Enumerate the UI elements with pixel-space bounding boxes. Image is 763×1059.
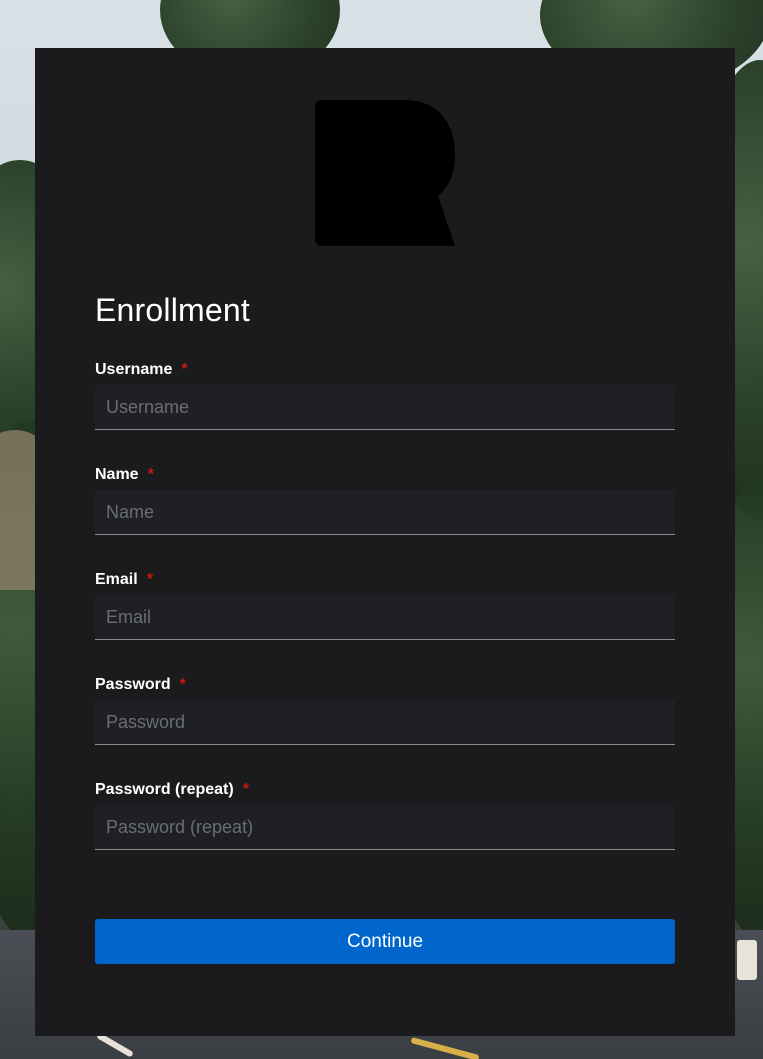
- password-repeat-field-group: Password (repeat) *: [95, 779, 675, 850]
- name-field-group: Name *: [95, 464, 675, 535]
- required-asterisk: *: [242, 781, 249, 798]
- password-label-text: Password: [95, 676, 171, 693]
- email-label: Email *: [95, 569, 675, 591]
- required-asterisk: *: [181, 361, 188, 378]
- brand-logo-icon: [315, 100, 455, 246]
- password-input[interactable]: [95, 700, 675, 745]
- required-asterisk: *: [146, 571, 153, 588]
- password-repeat-label: Password (repeat) *: [95, 779, 675, 801]
- enrollment-card: Enrollment Username * Name * Email * Passwo…: [35, 48, 735, 1036]
- password-label: Password *: [95, 674, 675, 696]
- password-repeat-input[interactable]: [95, 805, 675, 850]
- password-repeat-label-text: Password (repeat): [95, 781, 234, 798]
- username-input[interactable]: [95, 385, 675, 430]
- username-field-group: Username *: [95, 359, 675, 430]
- required-asterisk: *: [147, 466, 154, 483]
- required-asterisk: *: [179, 676, 186, 693]
- email-input[interactable]: [95, 595, 675, 640]
- continue-button[interactable]: Continue: [95, 919, 675, 964]
- name-input[interactable]: [95, 490, 675, 535]
- username-label: Username *: [95, 359, 675, 381]
- page-title: Enrollment: [95, 292, 250, 328]
- brand-logo-shape: [315, 100, 455, 246]
- name-label: Name *: [95, 464, 675, 486]
- password-field-group: Password *: [95, 674, 675, 745]
- email-field-group: Email *: [95, 569, 675, 640]
- email-label-text: Email: [95, 571, 138, 588]
- name-label-text: Name: [95, 466, 139, 483]
- username-label-text: Username: [95, 361, 173, 378]
